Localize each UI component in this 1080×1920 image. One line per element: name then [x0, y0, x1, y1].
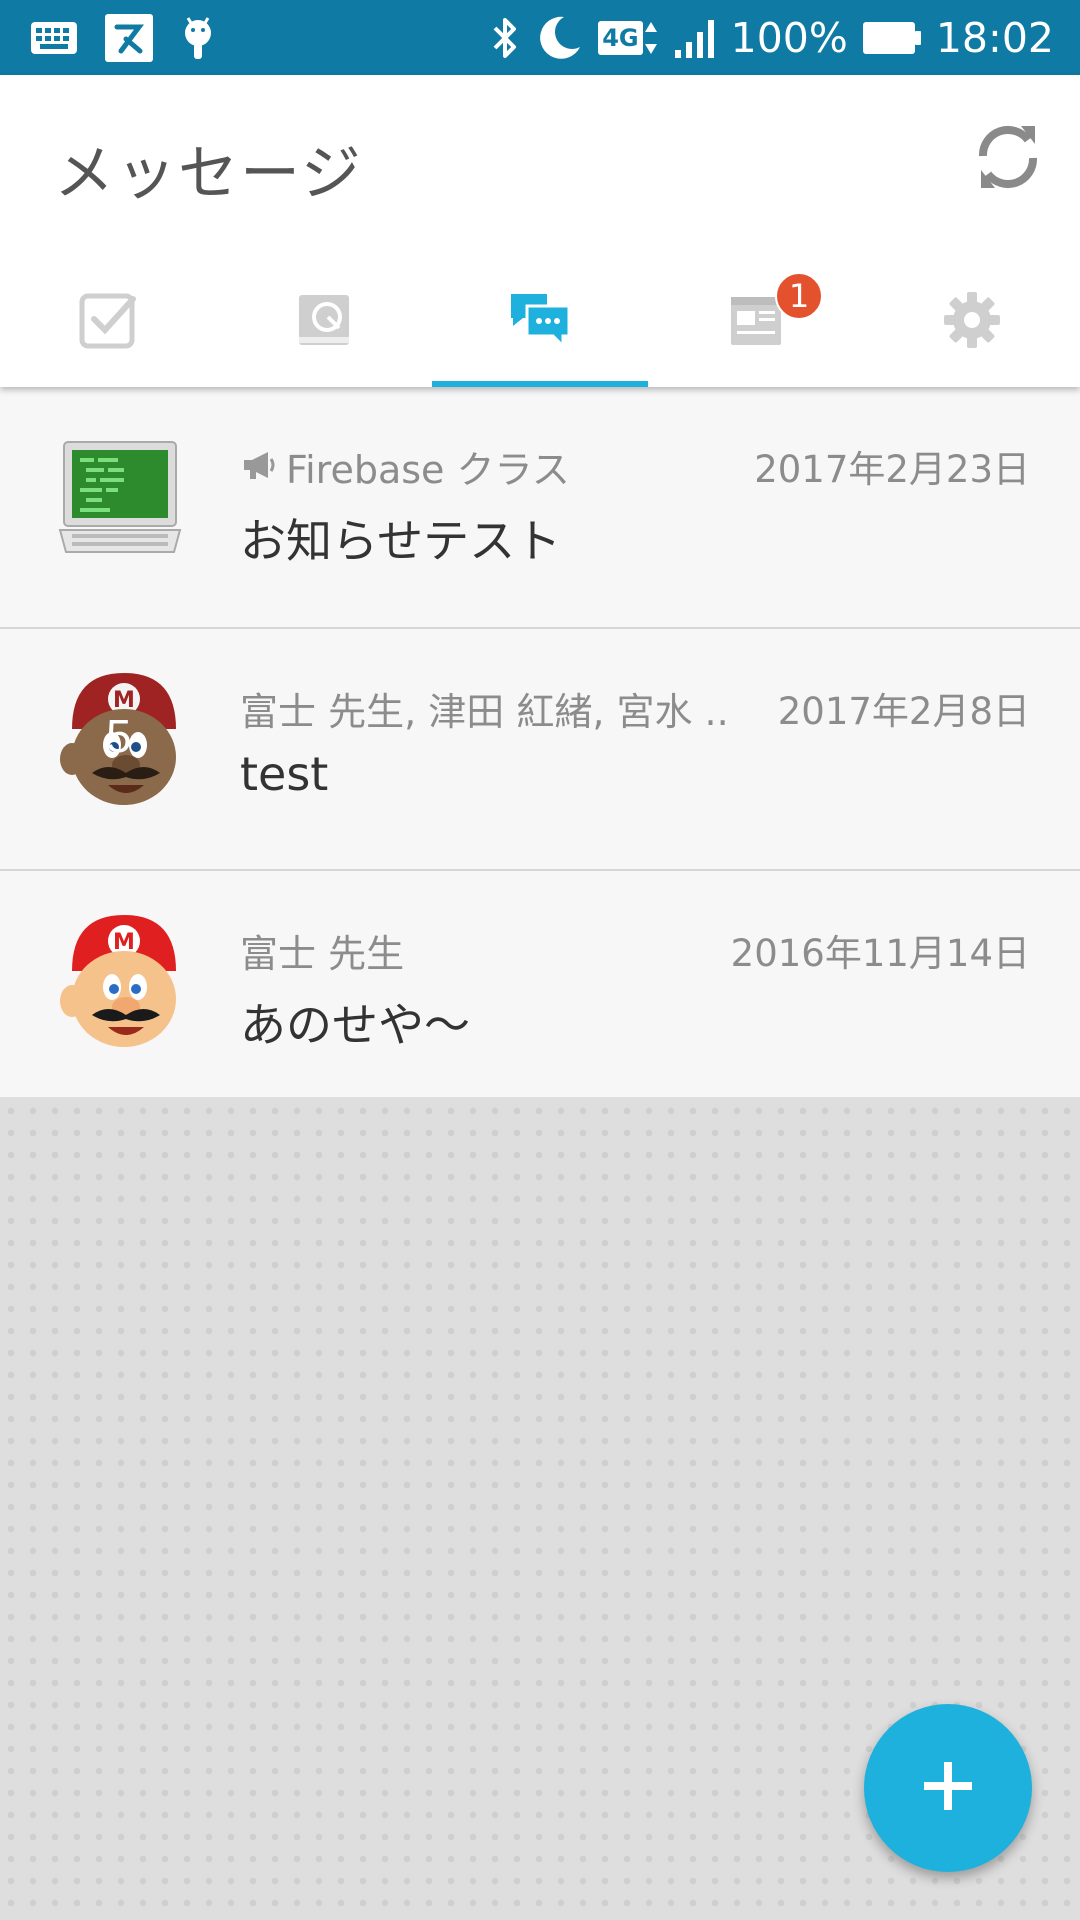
- sender-name: 富士 先生, 津田 紅緒, 宮水 ...: [240, 690, 730, 734]
- tab-bar: 1: [0, 257, 1080, 387]
- message-preview: お知らせテスト: [240, 514, 562, 568]
- app-notification-icon: [104, 13, 154, 63]
- megaphone-icon: [240, 445, 276, 489]
- clock: 18:02: [935, 13, 1054, 62]
- chat-bubbles-icon: [507, 290, 573, 354]
- message-preview: test: [240, 747, 329, 801]
- sender-name: 富士 先生: [240, 932, 405, 976]
- bluetooth-icon: [490, 15, 520, 61]
- signal-icon: [673, 16, 717, 60]
- battery-icon: [862, 20, 922, 56]
- mario-avatar-group: M 5: [52, 669, 188, 809]
- mario-avatar: M: [52, 911, 188, 1051]
- message-date: 2016年11月14日: [730, 932, 1030, 975]
- message-sender: 富士 先生, 津田 紅緒, 宮水 ...: [240, 681, 730, 736]
- list-item[interactable]: Firebase クラス 2017年2月23日 お知らせテスト: [0, 387, 1080, 629]
- plus-icon: [918, 1756, 978, 1820]
- app-bar: メッセージ 1: [0, 75, 1080, 387]
- member-count: 5: [106, 710, 132, 762]
- message-preview: あのせや〜: [240, 998, 470, 1052]
- message-date: 2017年2月8日: [777, 690, 1030, 733]
- tab-messages[interactable]: [432, 257, 648, 387]
- tab-news[interactable]: 1: [648, 257, 864, 387]
- do-not-disturb-moon-icon: [534, 13, 584, 63]
- tab-notes[interactable]: [216, 257, 432, 387]
- compose-fab-button[interactable]: [864, 1704, 1032, 1872]
- message-sender: 富士 先生: [240, 923, 404, 978]
- refresh-button[interactable]: [966, 117, 1050, 201]
- notification-badge: 1: [775, 272, 823, 320]
- tab-settings[interactable]: [864, 257, 1080, 387]
- notebook-icon: [295, 291, 353, 353]
- status-bar: 4G 100% 18:02: [0, 0, 1080, 75]
- refresh-icon: [973, 120, 1043, 198]
- message-date: 2017年2月23日: [754, 448, 1030, 491]
- message-sender: Firebase クラス: [240, 439, 570, 494]
- tab-tasks[interactable]: [0, 257, 216, 387]
- gear-icon: [942, 290, 1002, 354]
- page-title: メッセージ: [54, 139, 363, 209]
- list-item[interactable]: M 5 富士 先生, 津田 紅緒, 宮水 ... 2017年2月8日 test: [0, 629, 1080, 871]
- sender-name: Firebase クラス: [286, 448, 570, 492]
- keyboard-icon: [30, 21, 78, 55]
- network-4g-icon: 4G: [598, 18, 658, 58]
- android-debug-icon: [180, 15, 216, 61]
- laptop-computer-avatar: [52, 427, 188, 567]
- checkbox-icon: [79, 291, 137, 353]
- message-list: Firebase クラス 2017年2月23日 お知らせテスト M 5 富士 先…: [0, 387, 1080, 1097]
- battery-percent: 100%: [730, 13, 848, 62]
- list-item[interactable]: M 富士 先生 2016年11月14日 あのせや〜: [0, 871, 1080, 1097]
